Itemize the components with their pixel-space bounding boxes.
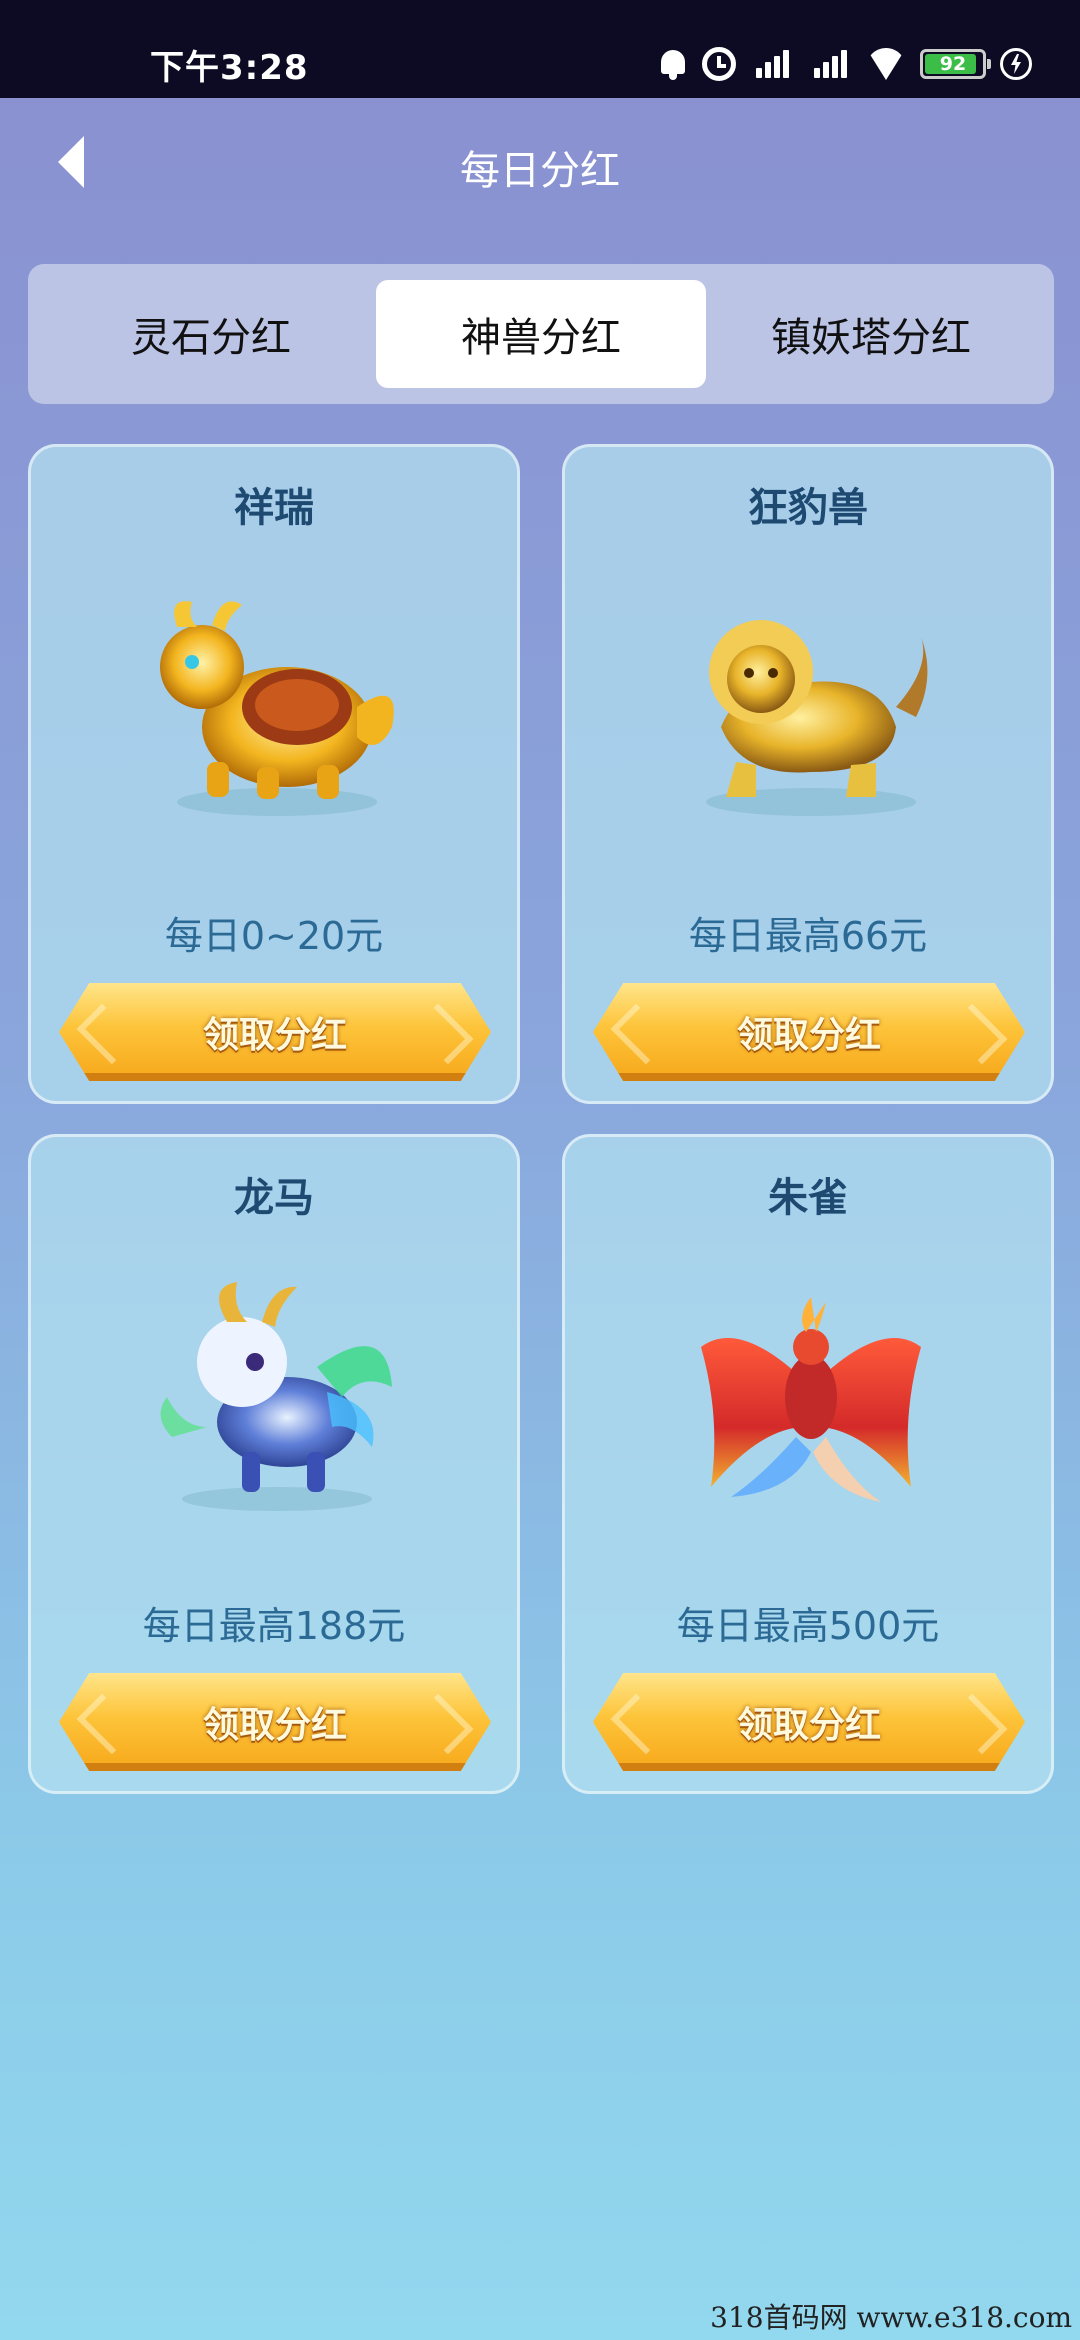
tab-bar: 灵石分红 神兽分红 镇妖塔分红: [28, 264, 1054, 404]
claim-button-label: 领取分红: [736, 1705, 881, 1746]
beast-card: 朱雀 每日最高500元 领取分红: [562, 1134, 1054, 1794]
status-icons: 92: [658, 36, 1032, 92]
beast-card: 龙马 每日最高188元 领取分红: [28, 1134, 520, 1794]
page-title: 每日分红: [460, 148, 620, 194]
vermilion-bird-image: [701, 1297, 921, 1502]
beast-card: 祥瑞 每日0~20元 领取分红: [28, 444, 520, 1104]
beast-name: 朱雀: [768, 1175, 848, 1221]
claim-dividend-button[interactable]: 领取分红: [593, 1673, 1025, 1771]
claim-dividend-button[interactable]: 领取分红: [59, 1673, 491, 1771]
status-bar: 下午3:28 92: [0, 0, 1080, 98]
claim-dividend-button[interactable]: 领取分红: [59, 983, 491, 1081]
claim-dividend-button[interactable]: 领取分红: [593, 983, 1025, 1081]
tab-shenshou-dividend[interactable]: 神兽分红: [376, 280, 706, 388]
daily-amount: 每日最高500元: [676, 1604, 940, 1648]
beast-name: 龙马: [234, 1175, 314, 1221]
status-time: 下午3:28: [150, 48, 309, 88]
daily-amount: 每日最高188元: [142, 1604, 406, 1648]
golden-leopard-image: [706, 620, 928, 816]
alarm-icon: [702, 47, 736, 81]
watermark: 318首码网 www.e318.com: [710, 2301, 1072, 2334]
battery-level: 92: [939, 53, 967, 75]
daily-amount: 每日最高66元: [688, 914, 928, 958]
charging-icon: [1000, 48, 1032, 80]
signal-icon: [808, 50, 852, 78]
beast-name: 祥瑞: [234, 485, 314, 531]
tab-lingshi-dividend[interactable]: 灵石分红: [46, 280, 376, 388]
tab-zhenyaota-dividend[interactable]: 镇妖塔分红: [706, 280, 1036, 388]
daily-amount: 每日0~20元: [164, 914, 384, 958]
beast-name: 狂豹兽: [748, 485, 868, 531]
claim-button-label: 领取分红: [202, 1705, 347, 1746]
dragon-horse-image: [160, 1282, 392, 1511]
claim-button-label: 领取分红: [736, 1015, 881, 1056]
beast-card: 狂豹兽 每日最高66元 领取分红: [562, 444, 1054, 1104]
header: 每日分红: [0, 98, 1080, 234]
wifi-icon: [866, 48, 906, 80]
signal-icon: [750, 50, 794, 78]
golden-qilin-image: [160, 601, 394, 816]
battery-icon: 92: [920, 49, 991, 79]
claim-button-label: 领取分红: [202, 1015, 347, 1056]
bell-icon: [658, 48, 688, 80]
